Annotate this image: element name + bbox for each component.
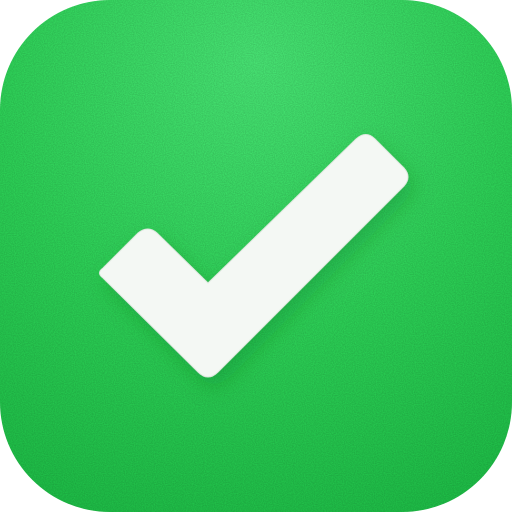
- checkmark-app-icon[interactable]: [0, 0, 512, 512]
- app-icon-stage: [0, 0, 512, 512]
